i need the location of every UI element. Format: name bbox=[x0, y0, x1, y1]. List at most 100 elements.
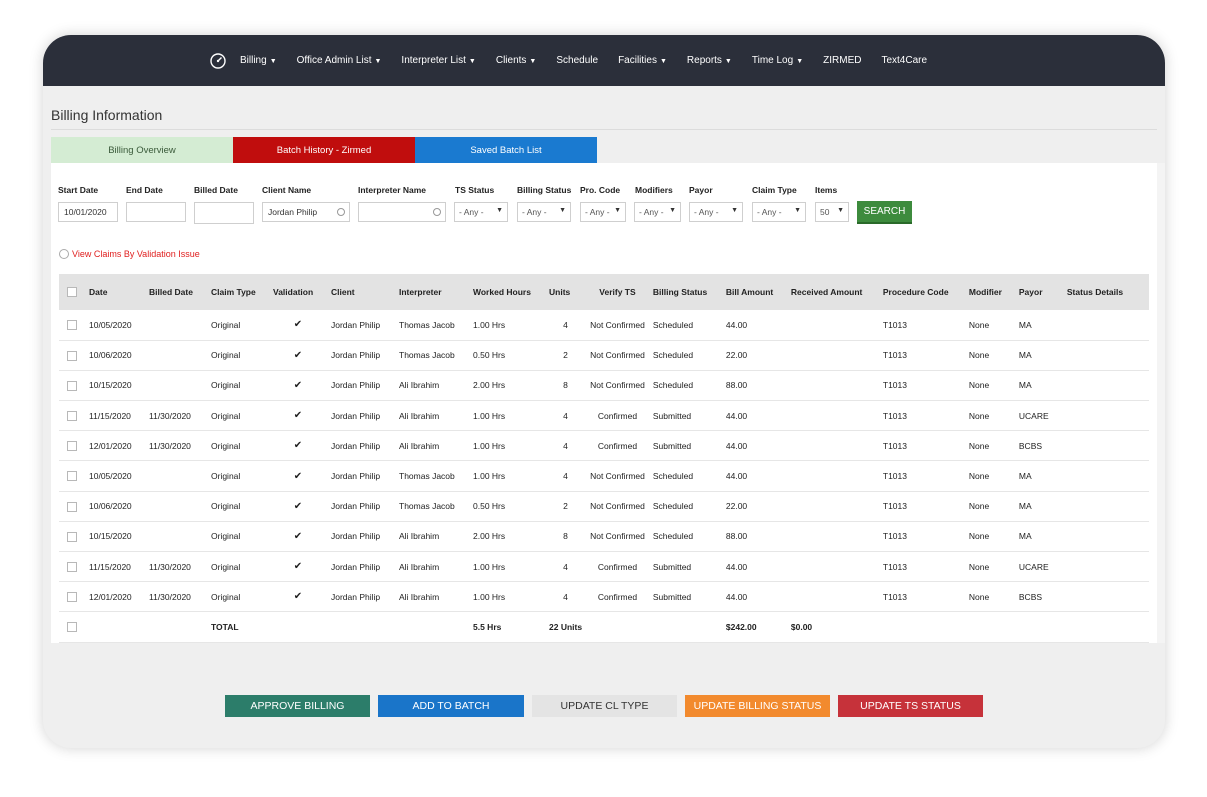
row-client[interactable]: Jordan Philip bbox=[327, 581, 395, 613]
table-row[interactable]: 11/15/2020 11/30/2020 Original ✔ Jordan Phil… bbox=[59, 551, 1149, 583]
row-modifier[interactable]: None bbox=[964, 400, 1015, 432]
pro-code-select[interactable]: - Any - ▼ bbox=[580, 202, 626, 222]
row-checkbox[interactable] bbox=[67, 380, 77, 391]
client-name-input[interactable]: Jordan Philip bbox=[262, 202, 350, 222]
view-claims-by-validation-link[interactable]: View Claims By Validation Issue bbox=[59, 249, 200, 259]
row-procedure-code[interactable]: T1013 bbox=[878, 491, 965, 522]
col-billing-status[interactable]: Billing Status bbox=[648, 274, 722, 310]
row-checkbox[interactable] bbox=[67, 350, 77, 361]
select-all-checkbox[interactable] bbox=[67, 287, 77, 298]
row-procedure-code[interactable]: T1013 bbox=[878, 551, 965, 583]
nav-item-zirmed[interactable]: ZIRMED bbox=[823, 55, 861, 66]
nav-item-clients[interactable]: Clients ▼ bbox=[496, 55, 537, 66]
row-worked-hours[interactable]: 1.00 Hrs bbox=[469, 460, 545, 492]
row-procedure-code[interactable]: T1013 bbox=[878, 340, 965, 371]
ts-status-select[interactable]: - Any - ▼ bbox=[454, 202, 508, 222]
search-button[interactable]: SEARCH bbox=[857, 201, 912, 224]
row-modifier[interactable]: None bbox=[964, 340, 1015, 371]
col-status-details[interactable]: Status Details bbox=[1062, 274, 1149, 310]
table-row[interactable]: 10/15/2020 Original ✔ Jordan Philip Ali Ibra… bbox=[59, 521, 1149, 553]
row-interpreter[interactable]: Thomas Jacob bbox=[395, 310, 469, 341]
interpreter-name-input[interactable] bbox=[358, 202, 446, 222]
row-checkbox[interactable] bbox=[67, 561, 77, 572]
row-claim-type[interactable]: Original bbox=[207, 370, 269, 402]
col-modifier[interactable]: Modifier bbox=[964, 274, 1015, 310]
nav-item-text4care[interactable]: Text4Care bbox=[881, 55, 927, 66]
row-modifier[interactable]: None bbox=[964, 370, 1015, 402]
items-select[interactable]: 50 ▼ bbox=[815, 202, 849, 222]
row-modifier[interactable]: None bbox=[964, 551, 1015, 583]
row-worked-hours[interactable]: 0.50 Hrs bbox=[469, 491, 545, 522]
add-to-batch-button[interactable]: ADD TO BATCH bbox=[378, 695, 524, 717]
modifiers-select[interactable]: - Any - ▼ bbox=[634, 202, 681, 222]
row-checkbox[interactable] bbox=[67, 592, 77, 603]
table-row[interactable]: 10/06/2020 Original ✔ Jordan Philip Thomas J… bbox=[59, 340, 1149, 371]
row-interpreter[interactable]: Thomas Jacob bbox=[395, 460, 469, 492]
row-claim-type[interactable]: Original bbox=[207, 460, 269, 492]
row-worked-hours[interactable]: 1.00 Hrs bbox=[469, 430, 545, 462]
nav-item-office-admin-list[interactable]: Office Admin List ▼ bbox=[297, 55, 382, 66]
start-date-input[interactable]: 10/01/2020 bbox=[58, 202, 118, 222]
row-claim-type[interactable]: Original bbox=[207, 430, 269, 462]
row-client[interactable]: Jordan Philip bbox=[327, 310, 395, 341]
row-modifier[interactable]: None bbox=[964, 581, 1015, 613]
client-clear-icon[interactable] bbox=[337, 208, 345, 216]
col-payor[interactable]: Payor bbox=[1014, 274, 1063, 310]
row-procedure-code[interactable]: T1013 bbox=[878, 521, 965, 553]
row-modifier[interactable]: None bbox=[964, 460, 1015, 492]
tab-saved-batch-list[interactable]: Saved Batch List bbox=[415, 137, 597, 163]
row-modifier[interactable]: None bbox=[964, 521, 1015, 553]
row-interpreter[interactable]: Ali Ibrahim bbox=[395, 430, 469, 462]
row-client[interactable]: Jordan Philip bbox=[327, 521, 395, 553]
row-client[interactable]: Jordan Philip bbox=[327, 400, 395, 432]
row-worked-hours[interactable]: 0.50 Hrs bbox=[469, 340, 545, 371]
row-client[interactable]: Jordan Philip bbox=[327, 491, 395, 522]
update-billing-status-button[interactable]: UPDATE BILLING STATUS bbox=[685, 695, 830, 717]
approve-billing-button[interactable]: APPROVE BILLING bbox=[225, 695, 370, 717]
nav-item-schedule[interactable]: Schedule bbox=[556, 55, 598, 66]
interpreter-clear-icon[interactable] bbox=[433, 208, 441, 216]
row-checkbox[interactable] bbox=[67, 531, 77, 542]
table-row[interactable]: 10/06/2020 Original ✔ Jordan Philip Thomas J… bbox=[59, 491, 1149, 522]
billing-status-select[interactable]: - Any - ▼ bbox=[517, 202, 571, 222]
row-claim-type[interactable]: Original bbox=[207, 521, 269, 553]
row-claim-type[interactable]: Original bbox=[207, 340, 269, 371]
end-date-input[interactable] bbox=[126, 202, 186, 222]
col-claim-type[interactable]: Claim Type bbox=[207, 274, 269, 310]
radio-icon[interactable] bbox=[59, 249, 69, 259]
total-checkbox[interactable] bbox=[67, 622, 77, 633]
row-checkbox[interactable] bbox=[67, 411, 77, 422]
row-checkbox[interactable] bbox=[67, 441, 77, 452]
dashboard-gauge-icon[interactable] bbox=[209, 52, 227, 70]
row-procedure-code[interactable]: T1013 bbox=[878, 460, 965, 492]
row-client[interactable]: Jordan Philip bbox=[327, 551, 395, 583]
row-checkbox[interactable] bbox=[67, 320, 77, 331]
row-worked-hours[interactable]: 1.00 Hrs bbox=[469, 581, 545, 613]
vertical-scrollbar[interactable] bbox=[1157, 163, 1165, 643]
row-client[interactable]: Jordan Philip bbox=[327, 460, 395, 492]
col-validation[interactable]: Validation bbox=[269, 274, 327, 310]
row-claim-type[interactable]: Original bbox=[207, 551, 269, 583]
table-row[interactable]: 10/15/2020 Original ✔ Jordan Philip Ali Ibra… bbox=[59, 370, 1149, 402]
row-worked-hours[interactable]: 2.00 Hrs bbox=[469, 370, 545, 402]
col-billed-date[interactable]: Billed Date bbox=[145, 274, 207, 310]
row-claim-type[interactable]: Original bbox=[207, 310, 269, 341]
nav-item-reports[interactable]: Reports ▼ bbox=[687, 55, 732, 66]
row-procedure-code[interactable]: T1013 bbox=[878, 370, 965, 402]
row-worked-hours[interactable]: 1.00 Hrs bbox=[469, 400, 545, 432]
table-row[interactable]: 11/15/2020 11/30/2020 Original ✔ Jordan Phil… bbox=[59, 400, 1149, 432]
row-claim-type[interactable]: Original bbox=[207, 400, 269, 432]
row-interpreter[interactable]: Ali Ibrahim bbox=[395, 370, 469, 402]
payor-select[interactable]: - Any - ▼ bbox=[689, 202, 743, 222]
col-units[interactable]: Units bbox=[545, 274, 587, 310]
row-worked-hours[interactable]: 1.00 Hrs bbox=[469, 310, 545, 341]
row-modifier[interactable]: None bbox=[964, 430, 1015, 462]
row-procedure-code[interactable]: T1013 bbox=[878, 310, 965, 341]
nav-item-time-log[interactable]: Time Log ▼ bbox=[752, 55, 803, 66]
table-row[interactable]: 12/01/2020 11/30/2020 Original ✔ Jordan Phil… bbox=[59, 581, 1149, 613]
row-checkbox[interactable] bbox=[67, 501, 77, 512]
row-interpreter[interactable]: Ali Ibrahim bbox=[395, 521, 469, 553]
row-procedure-code[interactable]: T1013 bbox=[878, 400, 965, 432]
row-procedure-code[interactable]: T1013 bbox=[878, 581, 965, 613]
tab-batch-history-zirmed[interactable]: Batch History - Zirmed bbox=[233, 137, 415, 163]
